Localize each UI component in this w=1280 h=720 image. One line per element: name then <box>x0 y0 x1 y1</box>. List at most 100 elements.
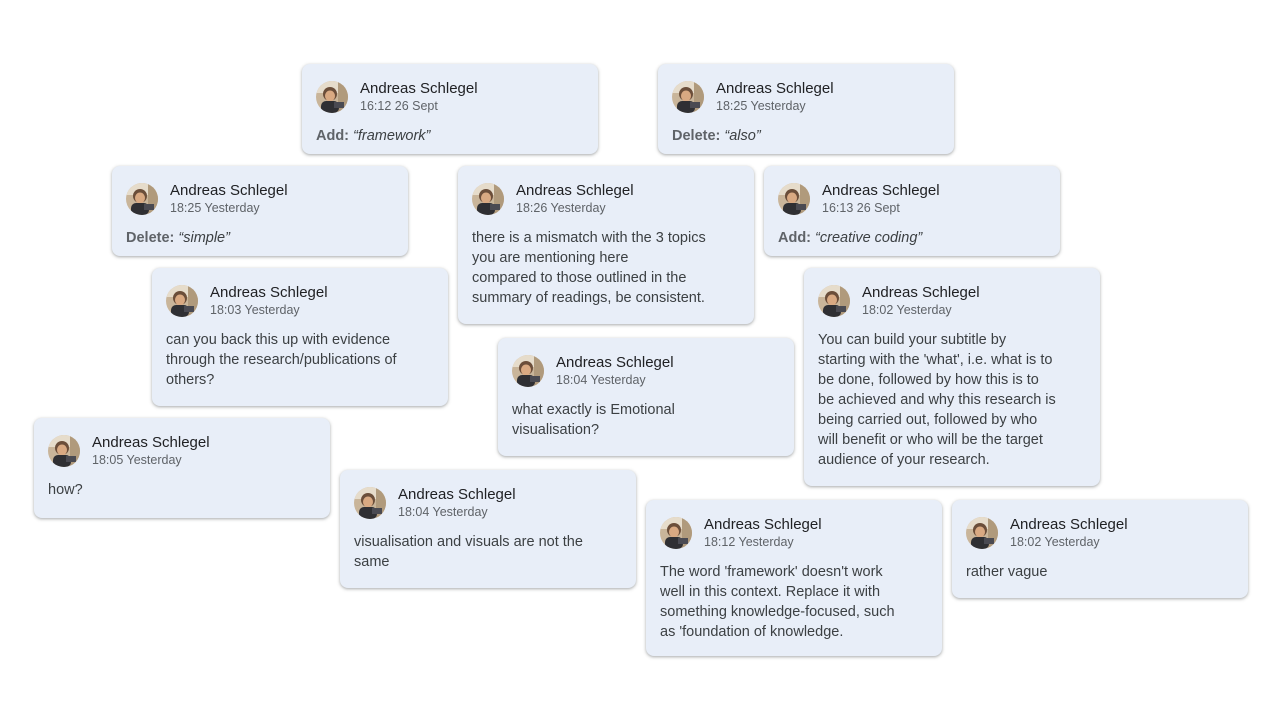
comment-line: can you back this up with evidence <box>166 332 391 348</box>
comment-timestamp: 18:02 Yesterday <box>1010 535 1100 549</box>
comment-card[interactable]: Andreas Schlegel 18:03 Yesterday can you… <box>152 268 448 406</box>
comment-line: being carried out, followed by who <box>818 412 1038 428</box>
comment-card[interactable]: Andreas Schlegel 18:25 Yesterday Delete:… <box>658 64 954 154</box>
comment-card[interactable]: Andreas Schlegel 18:02 Yesterday You can… <box>804 268 1100 486</box>
comment-body: visualisation and visuals are not the sa… <box>354 532 622 572</box>
comment-header: Andreas Schlegel 18:02 Yesterday <box>818 284 1086 318</box>
avatar[interactable] <box>472 183 504 215</box>
author-name: Andreas Schlegel <box>210 284 328 301</box>
avatar[interactable] <box>660 517 692 549</box>
comment-body: The word 'framework' doesn't work well i… <box>660 562 928 642</box>
comment-line: audience of your research. <box>818 452 990 468</box>
comment-body: there is a mismatch with the 3 topics yo… <box>472 228 740 308</box>
comments-canvas: Andreas Schlegel 16:12 26 Sept Add: “fra… <box>0 0 1280 720</box>
suggestion-type: Add: <box>316 128 350 144</box>
comment-timestamp: 18:26 Yesterday <box>516 201 606 215</box>
author-name: Andreas Schlegel <box>1010 516 1128 533</box>
comment-header: Andreas Schlegel 18:02 Yesterday <box>966 516 1234 550</box>
comment-timestamp: 18:03 Yesterday <box>210 303 300 317</box>
comment-card[interactable]: Andreas Schlegel 18:05 Yesterday how? <box>34 418 330 518</box>
avatar[interactable] <box>316 81 348 113</box>
comment-line: be achieved and why this research is <box>818 392 1056 408</box>
comment-card[interactable]: Andreas Schlegel 18:25 Yesterday Delete:… <box>112 166 408 256</box>
comment-card[interactable]: Andreas Schlegel 18:12 Yesterday The wor… <box>646 500 942 656</box>
comment-header: Andreas Schlegel 18:25 Yesterday <box>672 80 940 114</box>
avatar[interactable] <box>512 355 544 387</box>
comment-timestamp: 18:25 Yesterday <box>170 201 260 215</box>
comment-header: Andreas Schlegel 18:26 Yesterday <box>472 182 740 216</box>
comment-line: well in this context. Replace it with <box>660 584 881 600</box>
avatar[interactable] <box>126 183 158 215</box>
comment-line: others? <box>166 372 215 388</box>
comment-card[interactable]: Andreas Schlegel 18:02 Yesterday rather … <box>952 500 1248 598</box>
suggestion-text: “creative coding” <box>815 230 923 246</box>
author-name: Andreas Schlegel <box>822 182 940 199</box>
author-name: Andreas Schlegel <box>360 80 478 97</box>
avatar[interactable] <box>818 285 850 317</box>
comment-line: same <box>354 554 390 570</box>
comment-header: Andreas Schlegel 18:05 Yesterday <box>48 434 316 468</box>
author-name: Andreas Schlegel <box>862 284 980 301</box>
avatar[interactable] <box>672 81 704 113</box>
comment-body: what exactly is Emotional visualisation? <box>512 400 780 440</box>
avatar[interactable] <box>778 183 810 215</box>
comment-line: starting with the 'what', i.e. what is t… <box>818 352 1053 368</box>
suggestion-type: Add: <box>778 230 812 246</box>
comment-line: there is a mismatch with the 3 topics <box>472 230 706 246</box>
comment-body: how? <box>48 480 316 500</box>
comment-line: how? <box>48 482 83 498</box>
author-name: Andreas Schlegel <box>556 354 674 371</box>
comment-timestamp: 16:12 26 Sept <box>360 99 438 113</box>
comment-line: what exactly is Emotional <box>512 402 675 418</box>
comment-card[interactable]: Andreas Schlegel 16:12 26 Sept Add: “fra… <box>302 64 598 154</box>
author-name: Andreas Schlegel <box>398 486 516 503</box>
avatar[interactable] <box>48 435 80 467</box>
suggestion-text: “framework” <box>353 128 431 144</box>
author-name: Andreas Schlegel <box>170 182 288 199</box>
avatar[interactable] <box>166 285 198 317</box>
comment-timestamp: 18:05 Yesterday <box>92 453 182 467</box>
suggestion-text: “simple” <box>178 230 230 246</box>
comment-line: you are mentioning here <box>472 250 629 266</box>
comment-line: be done, followed by how this is to <box>818 372 1039 388</box>
comment-header: Andreas Schlegel 18:03 Yesterday <box>166 284 434 318</box>
author-name: Andreas Schlegel <box>716 80 834 97</box>
comment-card[interactable]: Andreas Schlegel 16:13 26 Sept Add: “cre… <box>764 166 1060 256</box>
suggestion-body: Add: “creative coding” <box>778 228 1046 248</box>
suggestion-body: Delete: “simple” <box>126 228 394 248</box>
suggestion-type: Delete: <box>672 128 721 144</box>
comment-body: You can build your subtitle by starting … <box>818 330 1086 470</box>
comment-line: visualisation? <box>512 422 600 438</box>
suggestion-type: Delete: <box>126 230 175 246</box>
comment-timestamp: 18:04 Yesterday <box>398 505 488 519</box>
author-name: Andreas Schlegel <box>92 434 210 451</box>
comment-body: rather vague <box>966 562 1234 582</box>
comment-line: rather vague <box>966 564 1048 580</box>
comment-line: You can build your subtitle by <box>818 332 1007 348</box>
suggestion-body: Add: “framework” <box>316 126 584 146</box>
comment-line: visualisation and visuals are not the <box>354 534 583 550</box>
comment-line: will benefit or who will be the target <box>818 432 1043 448</box>
comment-header: Andreas Schlegel 18:25 Yesterday <box>126 182 394 216</box>
comment-line: through the research/publications of <box>166 352 397 368</box>
suggestion-body: Delete: “also” <box>672 126 940 146</box>
comment-line: something knowledge-focused, such <box>660 604 895 620</box>
comment-card[interactable]: Andreas Schlegel 18:26 Yesterday there i… <box>458 166 754 324</box>
author-name: Andreas Schlegel <box>704 516 822 533</box>
comment-body: can you back this up with evidence throu… <box>166 330 434 390</box>
comment-card[interactable]: Andreas Schlegel 18:04 Yesterday visuali… <box>340 470 636 588</box>
comment-card[interactable]: Andreas Schlegel 18:04 Yesterday what ex… <box>498 338 794 456</box>
avatar[interactable] <box>354 487 386 519</box>
comment-header: Andreas Schlegel 18:04 Yesterday <box>512 354 780 388</box>
comment-timestamp: 18:25 Yesterday <box>716 99 806 113</box>
comment-timestamp: 18:04 Yesterday <box>556 373 646 387</box>
author-name: Andreas Schlegel <box>516 182 634 199</box>
comment-timestamp: 18:02 Yesterday <box>862 303 952 317</box>
avatar[interactable] <box>966 517 998 549</box>
comment-line: compared to those outlined in the <box>472 270 687 286</box>
suggestion-text: “also” <box>724 128 761 144</box>
comment-timestamp: 18:12 Yesterday <box>704 535 794 549</box>
comment-header: Andreas Schlegel 18:12 Yesterday <box>660 516 928 550</box>
comment-line: summary of readings, be consistent. <box>472 290 705 306</box>
comment-header: Andreas Schlegel 18:04 Yesterday <box>354 486 622 520</box>
